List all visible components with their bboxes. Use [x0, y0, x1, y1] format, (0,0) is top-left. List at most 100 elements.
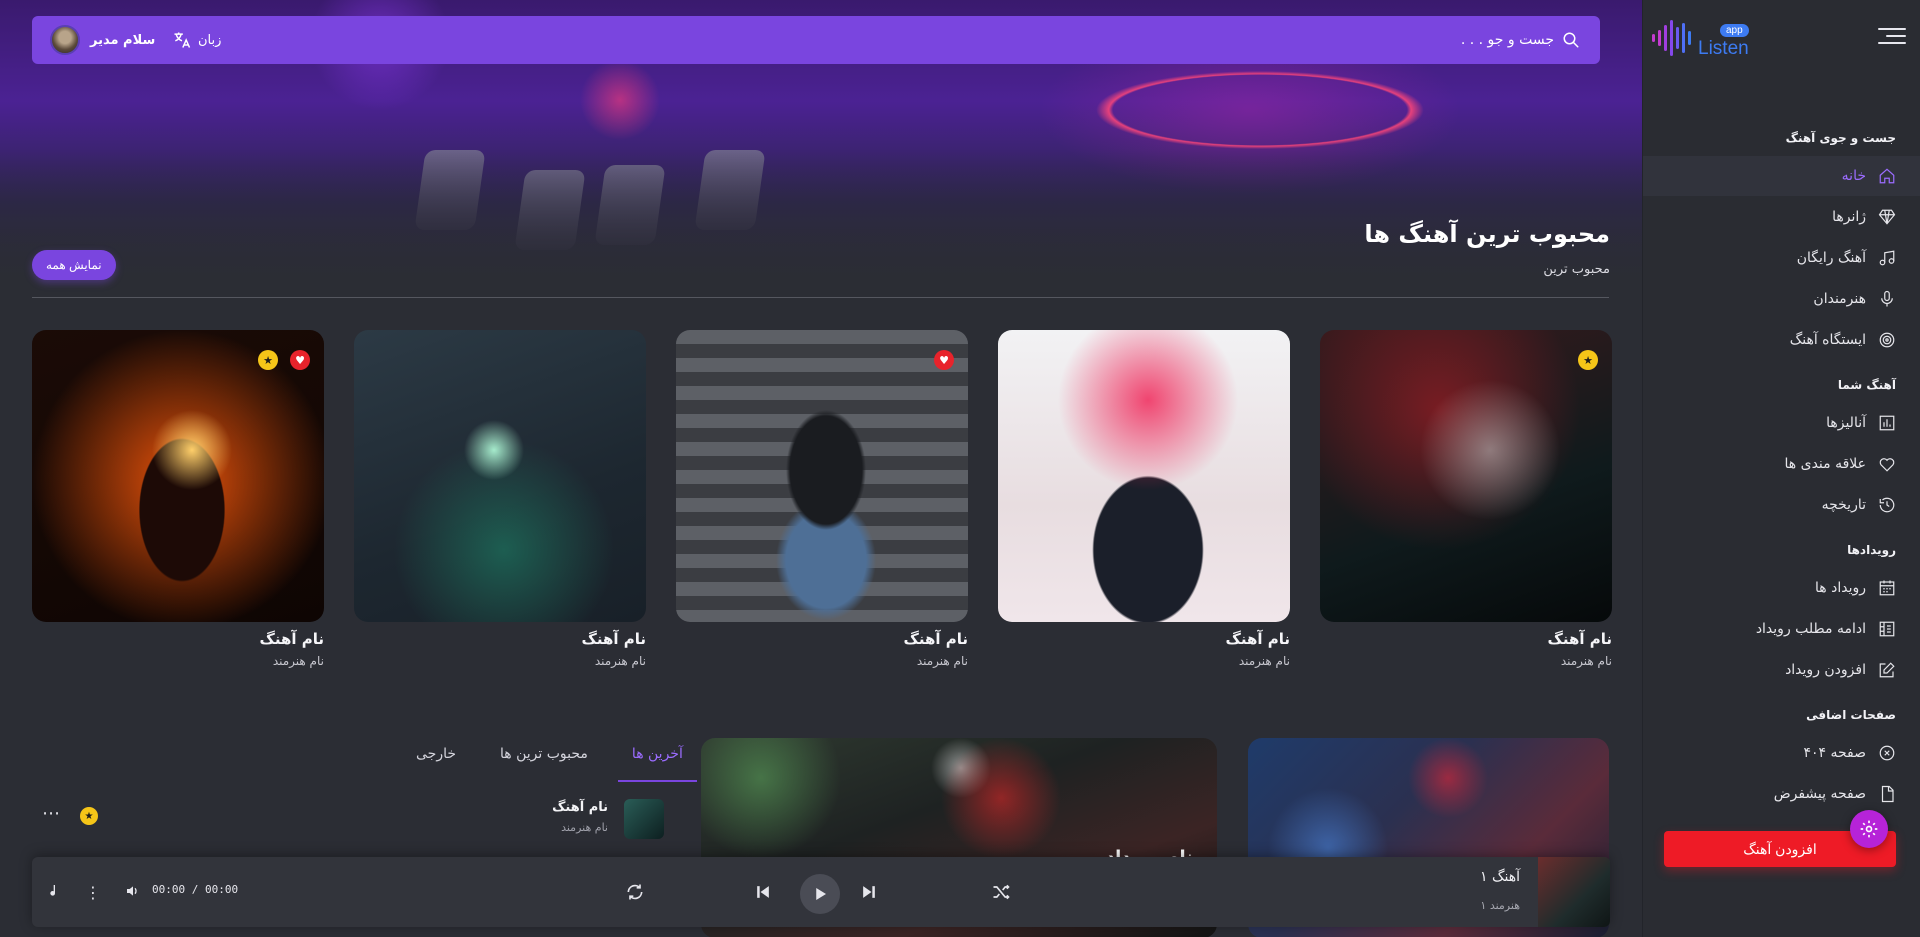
track-time: 00:00 / 00:00 [152, 883, 239, 896]
previous-track-icon[interactable] [752, 881, 774, 903]
sidebar-item-event-details[interactable]: ادامه مطلب رویداد [1643, 609, 1920, 649]
sidebar-item-free-songs[interactable]: آهنگ رایگان [1643, 238, 1920, 278]
heart-icon[interactable]: ♥ [290, 350, 310, 370]
search-input[interactable] [1274, 26, 1554, 54]
music-note-icon [1878, 249, 1896, 267]
song-title: نام آهنگ [581, 630, 646, 648]
song-artist: نام هنرمند [1238, 654, 1290, 668]
song-title: نام آهنگ [552, 800, 608, 815]
file-icon [1878, 785, 1896, 803]
sidebar-item-label: تاریخچه [1821, 497, 1866, 513]
sidebar-item-404[interactable]: صفحه ۴۰۴ [1643, 733, 1920, 773]
playlist-note-icon[interactable] [44, 882, 62, 900]
sidebar-item-label: آهنگ رایگان [1796, 250, 1866, 266]
top-bar: زبان سلام مدیر [32, 16, 1600, 64]
search-icon[interactable] [1562, 31, 1580, 49]
volume-icon[interactable] [124, 882, 142, 900]
song-tabs: آخرین ها محبوب ترین ها خارجی [410, 738, 697, 782]
sidebar-item-artists[interactable]: هنرمندان [1643, 279, 1920, 319]
sidebar-item-label: صفحه ۴۰۴ [1803, 745, 1866, 761]
more-options-icon[interactable]: ⋯ [42, 803, 60, 824]
song-title: نام آهنگ [1225, 630, 1290, 648]
diamond-icon [1878, 208, 1896, 226]
sidebar-item-favorites[interactable]: علاقه مندی ها [1643, 444, 1920, 484]
star-icon[interactable]: ★ [80, 807, 98, 825]
song-cover-image: ♥ ★ [32, 330, 324, 622]
song-card[interactable]: ♥ ★ نام آهنگ نام هنرمند [32, 330, 324, 668]
edit-icon [1878, 661, 1896, 679]
tab-popular[interactable]: محبوب ترین ها [494, 738, 594, 778]
shuffle-icon[interactable] [990, 881, 1012, 903]
track-title: آهنگ ۱ [1479, 869, 1520, 885]
building-icon [1878, 620, 1896, 638]
song-card[interactable]: ♥ نام آهنگ نام هنرمند [676, 330, 968, 668]
song-artist: نام هنرمند [272, 654, 324, 668]
track-cover [1538, 857, 1610, 927]
sidebar-item-add-event[interactable]: افزودن رویداد [1643, 650, 1920, 690]
settings-gear-icon[interactable] [1850, 810, 1888, 848]
user-name: سلام مدیر [90, 32, 156, 48]
sidebar-item-home[interactable]: خانه [1643, 156, 1920, 196]
sidebar-item-events[interactable]: رویداد ها [1643, 568, 1920, 608]
sidebar-item-label: افزودن رویداد [1785, 662, 1866, 678]
brand-name: Listen [1698, 38, 1749, 59]
section-subtitle: محبوب ترین [1543, 262, 1610, 277]
sidebar-item-label: صفحه پیشفرض [1773, 786, 1866, 802]
list-item[interactable]: نام آهنگ نام هنرمند ★ ⋯ [32, 795, 664, 839]
sidebar-item-label: ادامه مطلب رویداد [1755, 621, 1866, 637]
tab-latest[interactable]: آخرین ها [617, 738, 697, 782]
sidebar-item-genres[interactable]: ژانرها [1643, 197, 1920, 237]
translate-icon [174, 32, 191, 48]
song-card[interactable]: نام آهنگ نام هنرمند [354, 330, 646, 668]
sidebar-item-history[interactable]: تاریخچه [1643, 485, 1920, 525]
sidebar-item-label: آنالیزها [1826, 415, 1866, 431]
song-cover-image: ♥ [676, 330, 968, 622]
star-icon[interactable]: ★ [258, 350, 278, 370]
sidebar-item-analytics[interactable]: آنالیزها [1643, 403, 1920, 443]
sidebar-item-label: خانه [1841, 168, 1866, 184]
heart-icon[interactable]: ♥ [934, 350, 954, 370]
song-card[interactable]: ★ نام آهنگ نام هنرمند [1320, 330, 1612, 668]
song-artist: نام هنرمند [594, 654, 646, 668]
microphone-icon [1878, 290, 1896, 308]
track-artist: هنرمند ۱ [1480, 899, 1520, 912]
bar-chart-icon [1878, 414, 1896, 432]
home-icon [1878, 167, 1896, 185]
section-title: محبوب ترین آهنگ ها [1364, 220, 1610, 248]
user-menu[interactable]: سلام مدیر [50, 24, 155, 56]
song-card[interactable]: نام آهنگ نام هنرمند [998, 330, 1290, 668]
radio-icon [1878, 331, 1896, 349]
play-icon[interactable] [800, 874, 840, 914]
song-cover-image [998, 330, 1290, 622]
show-all-button[interactable]: نمایش همه [32, 250, 116, 280]
main-content: زبان سلام مدیر محبوب ترین آهنگ ها محبوب … [0, 0, 1642, 937]
nav-section-title: رویدادها [1847, 543, 1896, 557]
history-icon [1878, 496, 1896, 514]
more-vertical-icon[interactable]: ⋮ [84, 881, 102, 903]
nav-section-title: جست و جوی آهنگ [1785, 131, 1896, 145]
language-button[interactable]: زبان [172, 28, 221, 52]
song-cover-image [354, 330, 646, 622]
sidebar-item-default-page[interactable]: صفحه پیشفرض [1643, 774, 1920, 814]
star-icon[interactable]: ★ [1578, 350, 1598, 370]
nav-section-title: آهنگ شما [1837, 378, 1896, 392]
sidebar-item-label: رویداد ها [1815, 580, 1866, 596]
sidebar-item-label: ژانرها [1832, 209, 1866, 225]
next-track-icon[interactable] [858, 881, 880, 903]
sidebar-item-label: ایستگاه آهنگ [1789, 332, 1866, 348]
song-thumbnail [624, 799, 664, 839]
music-player: آهنگ ۱ هنرمند ۱ 00:00 / 00:00 ⋮ [32, 857, 1610, 927]
tab-foreign[interactable]: خارجی [410, 738, 462, 778]
language-label: زبان [198, 32, 222, 48]
sidebar: Listen app جست و جوی آهنگ خانه ژانرها آه… [1642, 0, 1920, 937]
sidebar-item-label: علاقه مندی ها [1784, 456, 1866, 472]
calendar-icon [1878, 579, 1896, 597]
repeat-icon[interactable] [624, 881, 646, 903]
menu-icon[interactable] [1878, 28, 1906, 46]
sidebar-item-station[interactable]: ایستگاه آهنگ [1643, 320, 1920, 360]
heart-icon [1878, 455, 1896, 473]
avatar [50, 25, 80, 55]
nav-section-title: صفحات اضافی [1806, 708, 1896, 722]
song-artist: نام هنرمند [916, 654, 968, 668]
brand-logo[interactable]: Listen app [1650, 16, 1760, 66]
